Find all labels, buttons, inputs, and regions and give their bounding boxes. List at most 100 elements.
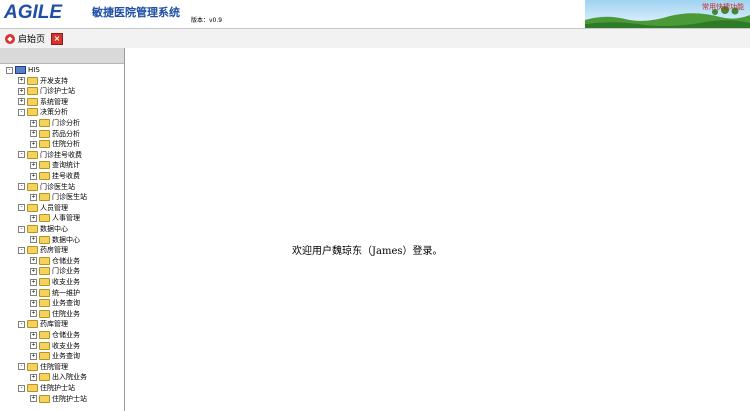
close-icon[interactable]: × [51, 32, 64, 45]
tree-item-label: 住院护士站 [52, 394, 87, 403]
tree-item[interactable]: + 数据中心 [30, 235, 80, 245]
tree-item-label: 住院业务 [52, 309, 80, 318]
tree-item-label: 业务查询 [52, 352, 80, 361]
app-header: AGILE 敏捷医院管理系统 版本：v0.9 常用快捷功能 [0, 0, 750, 29]
collapse-icon[interactable]: - [18, 108, 25, 116]
expand-icon[interactable]: + [30, 342, 37, 350]
tree-item[interactable]: - 药房管理 [18, 245, 68, 255]
folder-icon [39, 129, 50, 138]
tree-item[interactable]: + 挂号收费 [30, 171, 80, 181]
tree-item[interactable]: + 统一维护 [30, 288, 80, 298]
collapse-icon[interactable]: - [6, 66, 13, 74]
tree-item[interactable]: - 住院管理 [18, 362, 68, 372]
tree-item[interactable]: + 门诊医生站 [30, 192, 87, 202]
tree-item[interactable]: + 查询统计 [30, 160, 80, 170]
tree-item[interactable]: - 药库管理 [18, 319, 68, 329]
tree-item-label: 业务查询 [52, 299, 80, 308]
expand-icon[interactable]: + [30, 310, 37, 318]
folder-icon [27, 108, 38, 117]
tree-item[interactable]: + 业务查询 [30, 351, 80, 361]
expand-icon[interactable]: + [30, 267, 37, 275]
expand-icon[interactable]: + [30, 395, 37, 403]
expand-icon[interactable]: + [30, 373, 37, 381]
tree-item[interactable]: + 业务查询 [30, 298, 80, 308]
collapse-icon[interactable]: - [18, 246, 25, 254]
tree-item-label: 药房管理 [40, 246, 68, 255]
folder-icon [27, 182, 38, 191]
tree-item-label: 收支业务 [52, 278, 80, 286]
expand-icon[interactable]: + [30, 172, 37, 180]
tree-item-label: 人事管理 [52, 214, 80, 223]
expand-icon[interactable]: + [18, 98, 25, 106]
tree-item[interactable]: + 住院分析 [30, 139, 80, 149]
tree-item[interactable]: + 门诊护士站 [18, 86, 75, 96]
collapse-icon[interactable]: - [18, 183, 25, 191]
folder-icon [27, 384, 38, 392]
tree-item-label: 统一维护 [52, 288, 80, 297]
folder-icon [39, 394, 50, 403]
expand-icon[interactable]: + [30, 299, 37, 307]
tree-item-label: 查询统计 [52, 161, 80, 170]
tree-item[interactable]: - 门诊挂号收费 [18, 150, 82, 160]
expand-icon[interactable]: + [30, 193, 37, 201]
folder-icon [39, 331, 50, 339]
tree-item[interactable]: + 门诊分析 [30, 118, 80, 128]
expand-icon[interactable]: + [30, 352, 37, 360]
tree-item-label: 药品分析 [52, 129, 80, 138]
tab-bar: ◆ 启始页 × [0, 29, 750, 49]
tree-item[interactable]: + 仓储业务 [30, 330, 80, 340]
tree-item[interactable]: + 药品分析 [30, 129, 80, 139]
expand-icon[interactable]: + [30, 257, 37, 265]
tree-item-label: 门诊医生站 [52, 193, 87, 202]
collapse-icon[interactable]: - [18, 225, 25, 233]
tree-item[interactable]: - 门诊医生站 [18, 182, 75, 192]
tree-item-label: 门诊护士站 [40, 87, 75, 96]
expand-icon[interactable]: + [30, 278, 37, 286]
folder-icon [39, 341, 50, 350]
version-label: 版本：v0.9 [191, 17, 223, 24]
expand-icon[interactable]: + [30, 331, 37, 339]
tree-item[interactable]: + 收支业务 [30, 341, 80, 351]
computer-icon [15, 66, 26, 74]
tree-item[interactable]: - HIS [6, 65, 40, 75]
tree-item[interactable]: - 数据中心 [18, 224, 68, 234]
expand-icon[interactable]: + [30, 214, 37, 222]
tree-item-label: 决策分析 [40, 108, 68, 117]
tree-item[interactable]: + 系统管理 [18, 97, 68, 107]
tree-item[interactable]: + 仓储业务 [30, 256, 80, 266]
folder-icon [27, 362, 38, 371]
folder-icon [27, 97, 38, 106]
tab-start-page[interactable]: ◆ 启始页 × [2, 30, 66, 47]
folder-icon [39, 278, 50, 286]
tree-item[interactable]: - 住院护士站 [18, 383, 75, 393]
folder-icon [39, 140, 50, 149]
expand-icon[interactable]: + [30, 130, 37, 138]
tree-item[interactable]: - 决策分析 [18, 107, 68, 117]
expand-icon[interactable]: + [30, 236, 37, 244]
expand-icon[interactable]: + [30, 289, 37, 297]
collapse-icon[interactable]: - [18, 151, 25, 159]
expand-icon[interactable]: + [18, 77, 25, 85]
collapse-icon[interactable]: - [18, 204, 25, 212]
tree-item-label: 开发支持 [40, 76, 68, 85]
home-icon: ◆ [5, 33, 15, 44]
tree-item[interactable]: - 人员管理 [18, 203, 68, 213]
collapse-icon[interactable]: - [18, 320, 25, 328]
collapse-icon[interactable]: - [18, 384, 25, 392]
tree-item[interactable]: + 收支业务 [30, 277, 80, 287]
tree-item[interactable]: + 人事管理 [30, 213, 80, 223]
tree-item[interactable]: + 开发支持 [18, 76, 68, 86]
expand-icon[interactable]: + [30, 140, 37, 148]
expand-icon[interactable]: + [30, 119, 37, 127]
tree-item[interactable]: + 门诊业务 [30, 266, 80, 276]
scenery-caption: 常用快捷功能 [702, 3, 744, 11]
tree-item[interactable]: + 出入院业务 [30, 372, 87, 382]
tree-item[interactable]: + 住院业务 [30, 309, 80, 319]
folder-icon [27, 203, 38, 212]
folder-icon [39, 193, 50, 202]
folder-icon [39, 214, 50, 223]
collapse-icon[interactable]: - [18, 363, 25, 371]
tree-item[interactable]: + 住院护士站 [30, 394, 87, 404]
expand-icon[interactable]: + [30, 161, 37, 169]
expand-icon[interactable]: + [18, 87, 25, 95]
